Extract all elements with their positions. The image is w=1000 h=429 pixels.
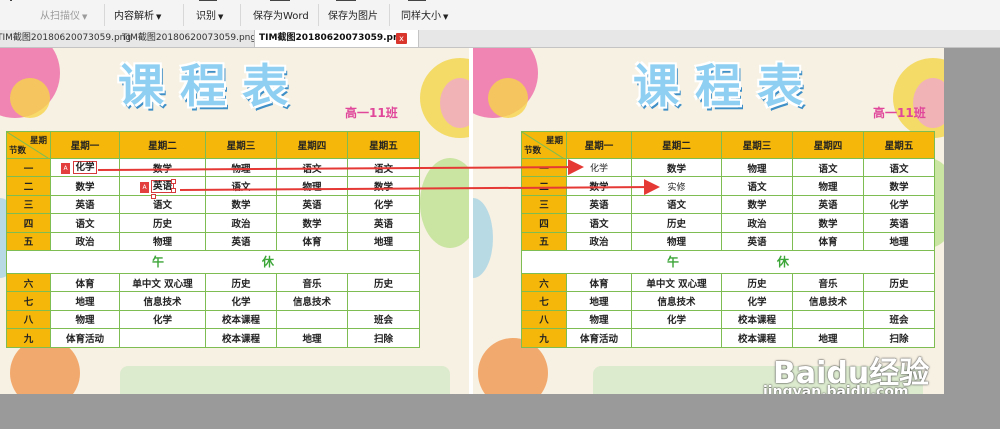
arrow-english-to-edit xyxy=(179,179,660,196)
annotation-arrows xyxy=(97,159,660,196)
arrow-chemistry xyxy=(97,159,584,176)
